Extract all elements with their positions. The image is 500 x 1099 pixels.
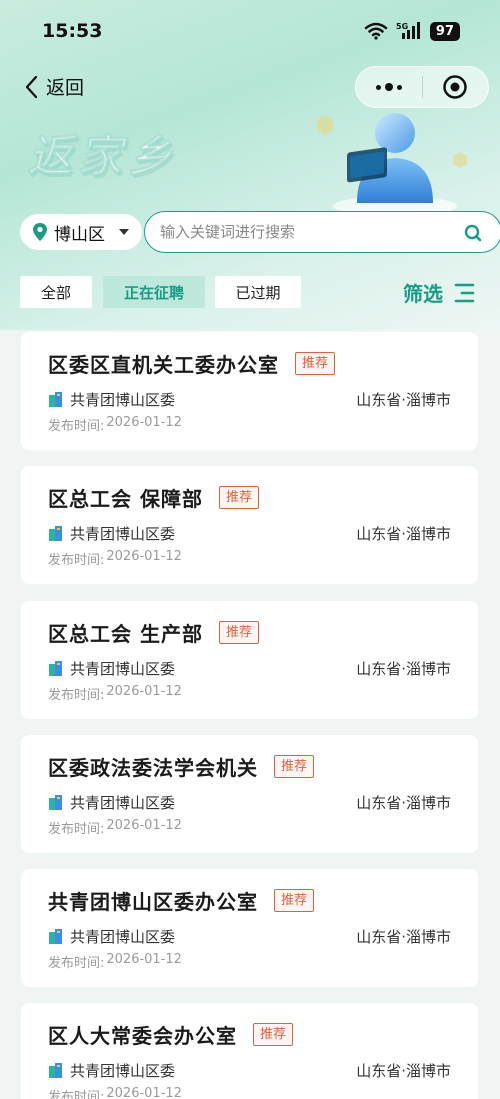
publish-date: 2026-01-12 — [106, 1086, 182, 1099]
book-icon — [49, 660, 62, 676]
wifi-icon — [364, 22, 388, 40]
publish-date-line: 发布时间: 2026-01-12 — [48, 549, 182, 568]
job-location: 山东省·淄博市 — [356, 794, 451, 812]
banner-title: 返家乡 — [28, 131, 178, 183]
organization-name: 共青团博山区委 — [70, 794, 176, 812]
org-line: 共青团博山区委 — [48, 926, 175, 947]
job-title-line: 区委政法委法学会机关 推荐 — [48, 752, 315, 781]
publish-date-label: 发布时间: — [48, 956, 105, 971]
search-input[interactable] — [160, 223, 440, 241]
book-icon — [49, 794, 62, 810]
job-location: 山东省·淄博市 — [356, 660, 451, 678]
publish-date: 2026-01-12 — [106, 549, 182, 564]
job-card[interactable]: 区委区直机关工委办公室 推荐共青团博山区委 山东省·淄博市发布时间: 2026-01-… — [21, 332, 478, 450]
filter-list-icon — [454, 283, 475, 302]
job-title-line: 区总工会 生产部 推荐 — [48, 618, 259, 647]
job-title-line: 区总工会 保障部 推荐 — [48, 483, 259, 512]
back-button[interactable]: 返回 — [24, 73, 84, 100]
publish-date-line: 发布时间: 2026-01-12 — [48, 1086, 182, 1099]
job-location: 山东省·淄博市 — [356, 391, 451, 409]
location-pin-icon — [33, 223, 47, 241]
book-icon — [49, 525, 62, 541]
tab-all-label: 全部 — [40, 283, 71, 302]
tab-expired[interactable]: 已过期 — [215, 276, 301, 308]
publish-date: 2026-01-12 — [106, 818, 182, 833]
recommend-badge: 推荐 — [295, 352, 336, 375]
search-row: 博山区 — [20, 211, 500, 253]
organization-name: 共青团博山区委 — [70, 391, 176, 409]
org-line: 共青团博山区委 — [48, 658, 175, 679]
organization-name: 共青团博山区委 — [70, 1062, 176, 1080]
status-time: 15:53 — [42, 20, 103, 42]
publish-date-line: 发布时间: 2026-01-12 — [48, 415, 182, 434]
caret-down-icon — [119, 229, 129, 235]
recommend-badge: 推荐 — [218, 621, 259, 644]
target-circle-icon — [443, 75, 467, 99]
battery-indicator: 97 — [429, 21, 460, 41]
recommend-badge: 推荐 — [218, 486, 259, 509]
recommend-badge: 推荐 — [253, 1023, 294, 1046]
network-type-label: 5G — [396, 22, 408, 31]
job-title: 区委区直机关工委办公室 — [48, 353, 279, 377]
filter-button[interactable]: 筛选 — [403, 278, 475, 307]
job-title: 共青团博山区委办公室 — [48, 890, 258, 914]
status-icons: 5G 97 — [364, 21, 460, 41]
organization-name: 共青团博山区委 — [70, 660, 176, 678]
job-location: 山东省·淄博市 — [356, 525, 451, 543]
organization-name: 共青团博山区委 — [70, 928, 176, 946]
job-location: 山东省·淄博市 — [356, 1062, 451, 1080]
job-card[interactable]: 区人大常委会办公室 推荐共青团博山区委 山东省·淄博市发布时间: 2026-01-12 — [21, 1003, 478, 1099]
cellular-signal-icon: 5G — [396, 22, 420, 39]
publish-date-label: 发布时间: — [48, 822, 105, 837]
publish-date: 2026-01-12 — [106, 952, 182, 967]
chevron-left-icon — [25, 75, 38, 98]
district-selector[interactable]: 博山区 — [20, 214, 142, 250]
person-illustration-icon — [317, 113, 467, 216]
job-card[interactable]: 区总工会 保障部 推荐共青团博山区委 山东省·淄博市发布时间: 2026-01-12 — [21, 466, 478, 584]
publish-date: 2026-01-12 — [106, 415, 182, 430]
publish-date-label: 发布时间: — [48, 419, 105, 434]
job-title: 区委政法委法学会机关 — [48, 756, 258, 780]
publish-date-label: 发布时间: — [48, 688, 105, 703]
search-icon[interactable] — [463, 223, 483, 243]
job-card[interactable]: 共青团博山区委办公室 推荐共青团博山区委 山东省·淄博市发布时间: 2026-01-1… — [21, 869, 478, 987]
org-line: 共青团博山区委 — [48, 523, 175, 544]
book-icon — [49, 1062, 62, 1078]
job-card[interactable]: 区总工会 生产部 推荐共青团博山区委 山东省·淄博市发布时间: 2026-01-12 — [21, 601, 478, 719]
job-title-line: 共青团博山区委办公室 推荐 — [48, 886, 315, 915]
more-dots-icon — [375, 83, 402, 91]
org-line: 共青团博山区委 — [48, 389, 175, 410]
publish-date-label: 发布时间: — [48, 553, 105, 568]
organization-name: 共青团博山区委 — [70, 525, 176, 543]
back-label: 返回 — [46, 77, 85, 99]
tab-all[interactable]: 全部 — [20, 276, 92, 308]
tab-expired-label: 已过期 — [235, 283, 281, 302]
tab-recruiting-label: 正在征聘 — [123, 283, 184, 302]
publish-date-label: 发布时间: — [48, 1090, 105, 1099]
book-icon — [49, 391, 62, 407]
org-line: 共青团博山区委 — [48, 1060, 175, 1081]
job-card[interactable]: 区委政法委法学会机关 推荐共青团博山区委 山东省·淄博市发布时间: 2026-01-1… — [21, 735, 478, 853]
publish-date: 2026-01-12 — [106, 684, 182, 699]
book-icon — [49, 928, 62, 944]
tab-recruiting[interactable]: 正在征聘 — [103, 276, 205, 308]
job-title: 区总工会 生产部 — [48, 622, 203, 646]
job-title-line: 区委区直机关工委办公室 推荐 — [48, 349, 336, 378]
recommend-badge: 推荐 — [274, 755, 315, 778]
filter-label: 筛选 — [403, 282, 443, 306]
job-title-line: 区人大常委会办公室 推荐 — [48, 1020, 294, 1049]
job-location: 山东省·淄博市 — [356, 928, 451, 946]
org-line: 共青团博山区委 — [48, 792, 175, 813]
publish-date-line: 发布时间: 2026-01-12 — [48, 818, 182, 837]
filter-row: 全部 正在征聘 已过期 筛选 — [20, 276, 480, 310]
publish-date-line: 发布时间: 2026-01-12 — [48, 952, 182, 971]
status-bar: 15:53 5G 97 — [0, 0, 500, 62]
search-box — [144, 211, 500, 253]
recommend-badge: 推荐 — [274, 889, 315, 912]
job-title: 区总工会 保障部 — [48, 487, 203, 511]
job-title: 区人大常委会办公室 — [48, 1024, 237, 1048]
publish-date-line: 发布时间: 2026-01-12 — [48, 684, 182, 703]
district-label: 博山区 — [54, 224, 105, 245]
